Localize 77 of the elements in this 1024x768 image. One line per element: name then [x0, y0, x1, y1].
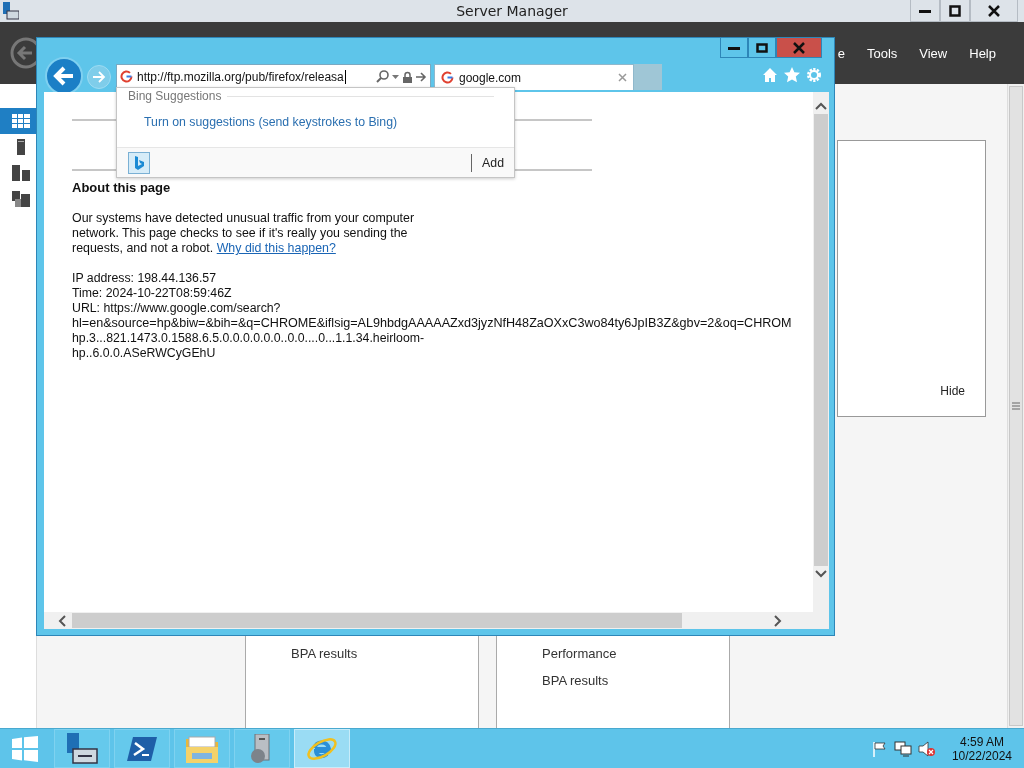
network-icon[interactable]	[893, 740, 912, 757]
taskbar-app[interactable]	[114, 729, 170, 768]
maximize-icon	[756, 42, 768, 53]
help-link[interactable]: Why did this happen?	[216, 241, 336, 255]
scroll-left-icon[interactable]	[58, 614, 66, 627]
servers-icon	[12, 165, 30, 181]
folder-icon	[186, 734, 218, 763]
roles-icon	[12, 191, 30, 207]
menu-item[interactable]: Tools	[866, 45, 898, 61]
suggestions-link[interactable]: Turn on suggestions (send keystrokes to Bing)	[144, 115, 398, 129]
tile-link[interactable]: Performance	[542, 646, 729, 661]
menu-item[interactable]: e	[837, 45, 845, 61]
detail-line: IP address: 198.44.136.57	[72, 271, 218, 286]
scroll-right-icon[interactable]	[774, 614, 782, 627]
close-icon	[793, 41, 805, 54]
scroll-up-icon[interactable]	[815, 102, 827, 110]
close-icon	[988, 4, 1000, 17]
clock-date: 10/22/2024	[951, 748, 1012, 763]
bing-logo-icon	[134, 155, 144, 170]
google-icon	[441, 71, 454, 84]
google-icon	[120, 70, 133, 83]
search-provider-button[interactable]	[128, 151, 150, 174]
server-icon	[17, 139, 25, 155]
address-field[interactable]: http://ftp.mozilla.org/pub/firefox/releasa	[116, 64, 431, 89]
restore-icon	[949, 4, 961, 17]
flag-icon[interactable]	[871, 740, 888, 757]
lock-icon[interactable]	[402, 70, 413, 83]
taskbar-app[interactable]	[54, 729, 110, 768]
clock[interactable]: 4:59 AM 10/22/2024	[951, 734, 1012, 763]
minimize-icon	[728, 45, 740, 50]
dropdown-caret-icon[interactable]	[392, 74, 399, 79]
windows-logo-icon	[12, 735, 38, 762]
tile-link[interactable]: BPA results	[291, 646, 478, 661]
scrollbar[interactable]	[1007, 84, 1024, 728]
forward-arrow-icon	[92, 71, 106, 83]
tile-link[interactable]: BPA results	[542, 673, 729, 688]
minimize-icon	[919, 8, 931, 13]
menu-item[interactable]: Help	[969, 45, 996, 61]
minimize-button[interactable]	[720, 38, 748, 58]
grid-icon	[12, 114, 30, 128]
detail-line: hl=en&source=hp&biw=&bih=&q=CHROME&iflsig=AL9hbdgAAAAAZxd3jyzNfH48ZaOXxC3wo84ty6JpIB3Z&gbv=2&oq=CHROM	[72, 316, 793, 331]
detail-line: hp.3...821.1473.0.1588.6.5.0.0.0.0.0.0..0.0....0...1.1.34.heirloom-	[72, 331, 426, 346]
restore-button[interactable]	[940, 0, 970, 22]
add-button[interactable]: Add	[471, 153, 504, 172]
menu-item[interactable]: View	[919, 45, 948, 61]
page-heading: About this page	[72, 180, 172, 195]
paragraph: Our systems have detected unusual traffic from your computer network. This page checks to see if it's really you sending the requests, and not a robot. Why did this happen?	[72, 211, 416, 256]
go-arrow-icon[interactable]	[416, 71, 427, 82]
detail-line: URL: https://www.google.com/search?	[72, 301, 282, 316]
scrollbar[interactable]	[44, 612, 829, 629]
scroll-down-icon[interactable]	[815, 570, 827, 578]
back-button[interactable]	[45, 57, 83, 95]
back-icon[interactable]	[10, 37, 36, 69]
server-manager-icon	[65, 732, 99, 765]
clock-time: 4:59 AM	[959, 734, 1004, 749]
grip-icon	[1012, 402, 1020, 410]
scrollbar[interactable]	[813, 92, 829, 612]
close-tab-icon[interactable]	[618, 73, 627, 82]
minimize-button[interactable]	[910, 0, 940, 22]
back-arrow-icon	[53, 66, 75, 86]
dropdown-heading: Bing Suggestions	[128, 89, 222, 103]
detail-line: hp..6.0.0.ASeRWCyGEhU	[72, 346, 217, 361]
window-title: Server Manager	[456, 3, 568, 19]
search-icon[interactable]	[376, 70, 389, 83]
taskbar-app[interactable]	[294, 729, 350, 768]
powershell-icon	[127, 736, 157, 761]
muted-speaker-icon[interactable]	[917, 740, 936, 757]
detail-line: Time: 2024-10-22T08:59:46Z	[72, 286, 233, 301]
address-text: http://ftp.mozilla.org/pub/firefox/releasa	[137, 69, 346, 84]
favorites-star-icon[interactable]	[784, 67, 800, 83]
server-manager-icon	[3, 2, 19, 20]
sidebar-item[interactable]	[0, 108, 36, 134]
hide-button[interactable]: Hide	[940, 384, 965, 398]
maximize-button[interactable]	[748, 38, 776, 58]
close-button[interactable]	[970, 0, 1018, 22]
tab-title: google.com	[459, 70, 522, 85]
browser-tab[interactable]: google.com	[434, 64, 634, 90]
